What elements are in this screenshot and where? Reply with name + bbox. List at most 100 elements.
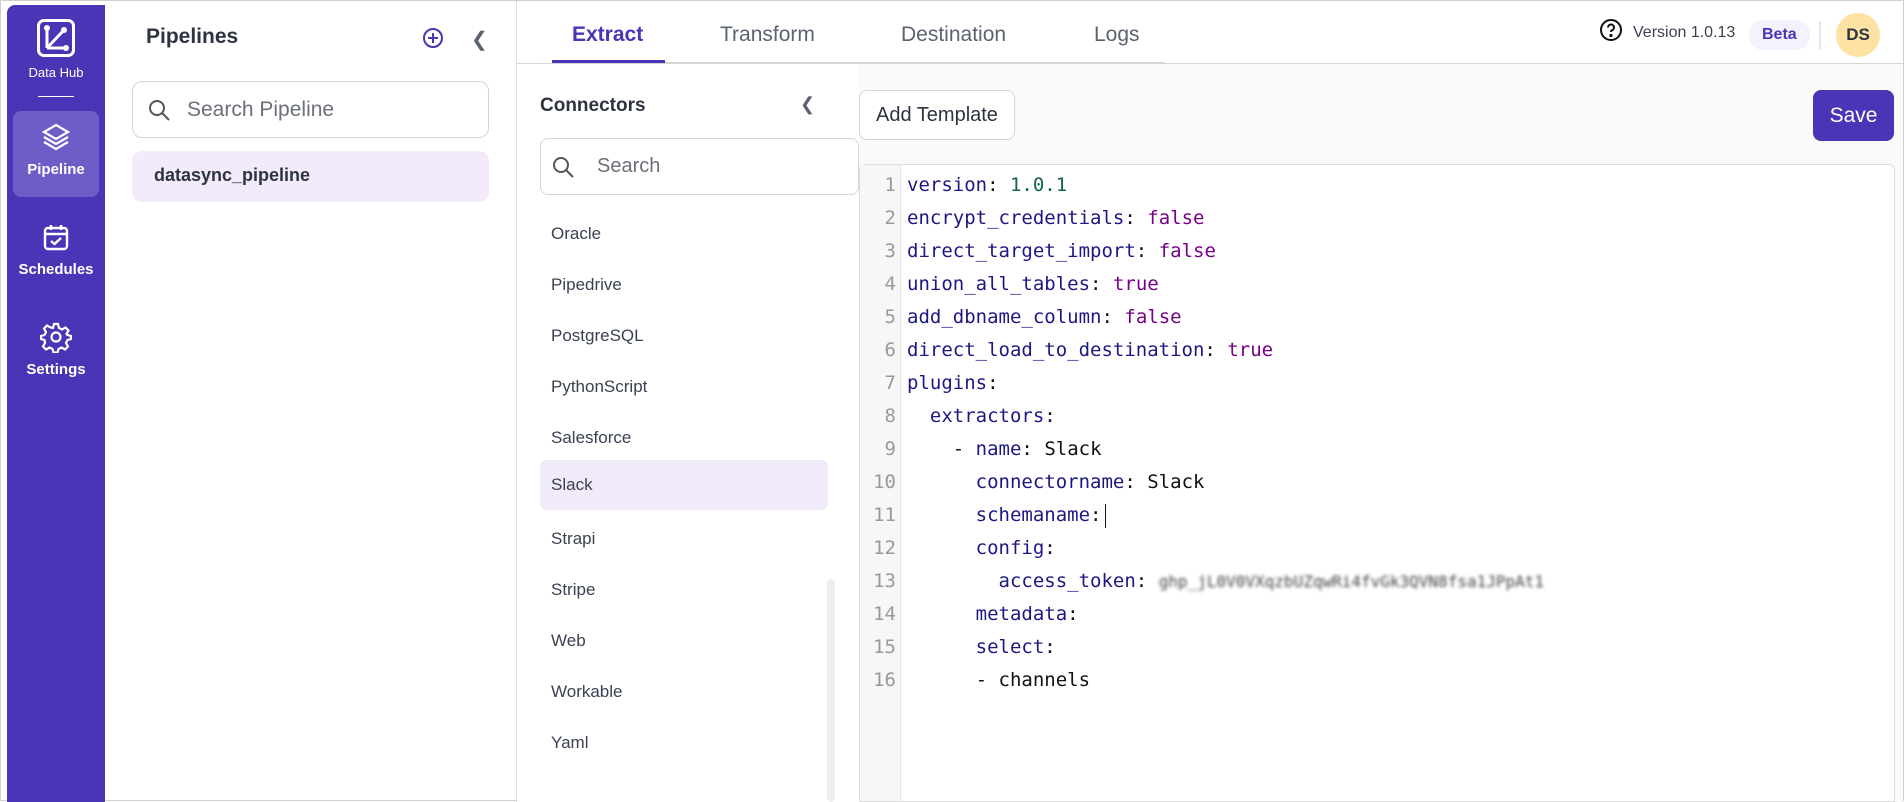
code-line: 6 direct_load_to_destination: true [860,334,1274,367]
yaml-value: ghp_jL0V0VXqzbUZqwRi4fvGk3QVN8fsa1JPpAt1 [1158,572,1545,591]
code-line: 11 schemaname: [860,499,1107,532]
nav-schedules[interactable]: Schedules [13,211,99,297]
tab-extract[interactable]: Extract [572,23,643,47]
left-rail: Data Hub Pipeline Schedules Settings [7,5,105,802]
nav-label: Pipeline [27,161,85,178]
collapse-pipelines-icon[interactable]: ❮ [471,27,488,52]
add-pipeline-icon[interactable] [422,27,444,49]
code-line: 13 access_token: ghp_jL0V0VXqzbUZqwRi4fv… [860,565,1544,598]
line-number: 6 [884,339,896,361]
connector-search-input[interactable]: Search [540,138,859,195]
line-number: 8 [884,405,896,427]
text-cursor [1105,503,1107,528]
yaml-value: 1.0.1 [1009,174,1068,196]
code-text: metadata: [975,603,1079,625]
line-number: 3 [884,240,896,262]
yaml-value: Slack [1044,438,1102,460]
code-line: 2 encrypt_credentials: false [860,202,1205,235]
line-number: 14 [873,603,896,625]
help-icon[interactable] [1599,18,1623,42]
connector-item[interactable]: Workable [540,663,828,714]
code-text: version: 1.0.1 [907,174,1068,196]
line-number: 13 [873,570,896,592]
gear-icon [40,322,72,353]
line-number: 15 [873,636,896,658]
connector-item[interactable]: PythonScript [540,358,828,409]
connector-item[interactable]: PostgreSQL [540,307,828,358]
connector-item[interactable]: Stripe [540,561,828,612]
code-line: 9 - name: Slack [860,433,1102,466]
tab-transform[interactable]: Transform [720,23,815,47]
connector-item[interactable]: Yaml [540,714,828,765]
beta-badge: Beta [1749,20,1810,50]
search-placeholder: Search [597,155,661,177]
connector-list: OpenAPI Oracle Pipedrive PostgreSQL Pyth… [540,184,828,802]
yaml-key: metadata [975,603,1068,625]
yaml-key: config [975,537,1045,559]
line-number: 11 [873,504,896,526]
tab-logs[interactable]: Logs [1094,23,1140,47]
avatar[interactable]: DS [1836,13,1880,57]
connectors-title: Connectors [540,95,646,116]
tab-divider [665,62,1165,63]
collapse-connectors-icon[interactable]: ❮ [800,94,815,115]
code-text: union_all_tables: true [907,273,1159,295]
yaml-key: direct_load_to_destination [907,339,1205,361]
add-template-button[interactable]: Add Template [859,90,1015,140]
code-line: 5 add_dbname_column: false [860,301,1182,334]
nav-settings[interactable]: Settings [13,311,99,397]
layers-icon [41,123,71,151]
connector-item[interactable]: Oracle [540,205,828,256]
line-number: 12 [873,537,896,559]
yaml-value: false [1124,306,1182,328]
line-number: 1 [884,174,896,196]
save-button[interactable]: Save [1813,90,1894,141]
nav-pipeline[interactable]: Pipeline [13,111,99,197]
yaml-key: version [907,174,988,196]
divider [38,96,74,97]
connector-item[interactable]: Strapi [540,510,828,561]
code-text: schemaname: [907,499,1107,532]
code-text: extractors: [929,405,1056,427]
yaml-key: schemaname [975,504,1091,526]
code-line: 7 plugins: [860,367,999,400]
code-text: direct_load_to_destination: true [907,339,1274,361]
tab-destination[interactable]: Destination [901,23,1006,47]
code-text: direct_target_import: false [907,240,1216,262]
code-text: - name: Slack [907,438,1102,460]
code-text: plugins: [907,372,999,394]
connectors-panel: Connectors ❮ Search OpenAPI Oracle Piped… [517,64,859,802]
yaml-key: connectorname [975,471,1125,493]
active-tab-indicator [552,60,665,63]
connector-scrollbar[interactable] [827,579,835,802]
yaml-editor[interactable]: 1 version: 1.0.1 2 encrypt_credentials: fal… [859,164,1895,802]
line-number: 2 [884,207,896,229]
brand-name: Data Hub [28,65,84,80]
yaml-key: extractors [929,405,1045,427]
code-text: - channels [907,669,1091,691]
yaml-value: channels [998,669,1091,691]
code-line: 15 select: [860,631,1056,664]
search-pipeline-input[interactable]: Search Pipeline [132,81,489,138]
yaml-key: add_dbname_column [907,306,1102,328]
yaml-key: union_all_tables [907,273,1091,295]
connector-item-selected[interactable]: Slack [540,460,828,510]
code-text: connectorname: Slack [975,471,1205,493]
line-number: 16 [873,669,896,691]
code-line: 14 metadata: [860,598,1079,631]
pipeline-item[interactable]: datasync_pipeline [132,151,489,202]
connector-item[interactable]: Pipedrive [540,256,828,307]
connector-item[interactable]: Salesforce [540,409,828,460]
connector-item[interactable]: Web [540,612,828,663]
code-text: config: [975,537,1056,559]
yaml-value: Slack [1147,471,1205,493]
yaml-value: true [1227,339,1274,361]
code-line: 16 - channels [860,664,1090,697]
yaml-value: false [1147,207,1205,229]
line-number: 10 [873,471,896,493]
pipelines-panel: Pipelines ❮ Search Pipeline datasync_pip… [105,1,517,802]
code-text: select: [975,636,1056,658]
nav-label: Settings [26,361,86,378]
yaml-key: name [975,438,1022,460]
code-line: 8 extractors: [860,400,1056,433]
